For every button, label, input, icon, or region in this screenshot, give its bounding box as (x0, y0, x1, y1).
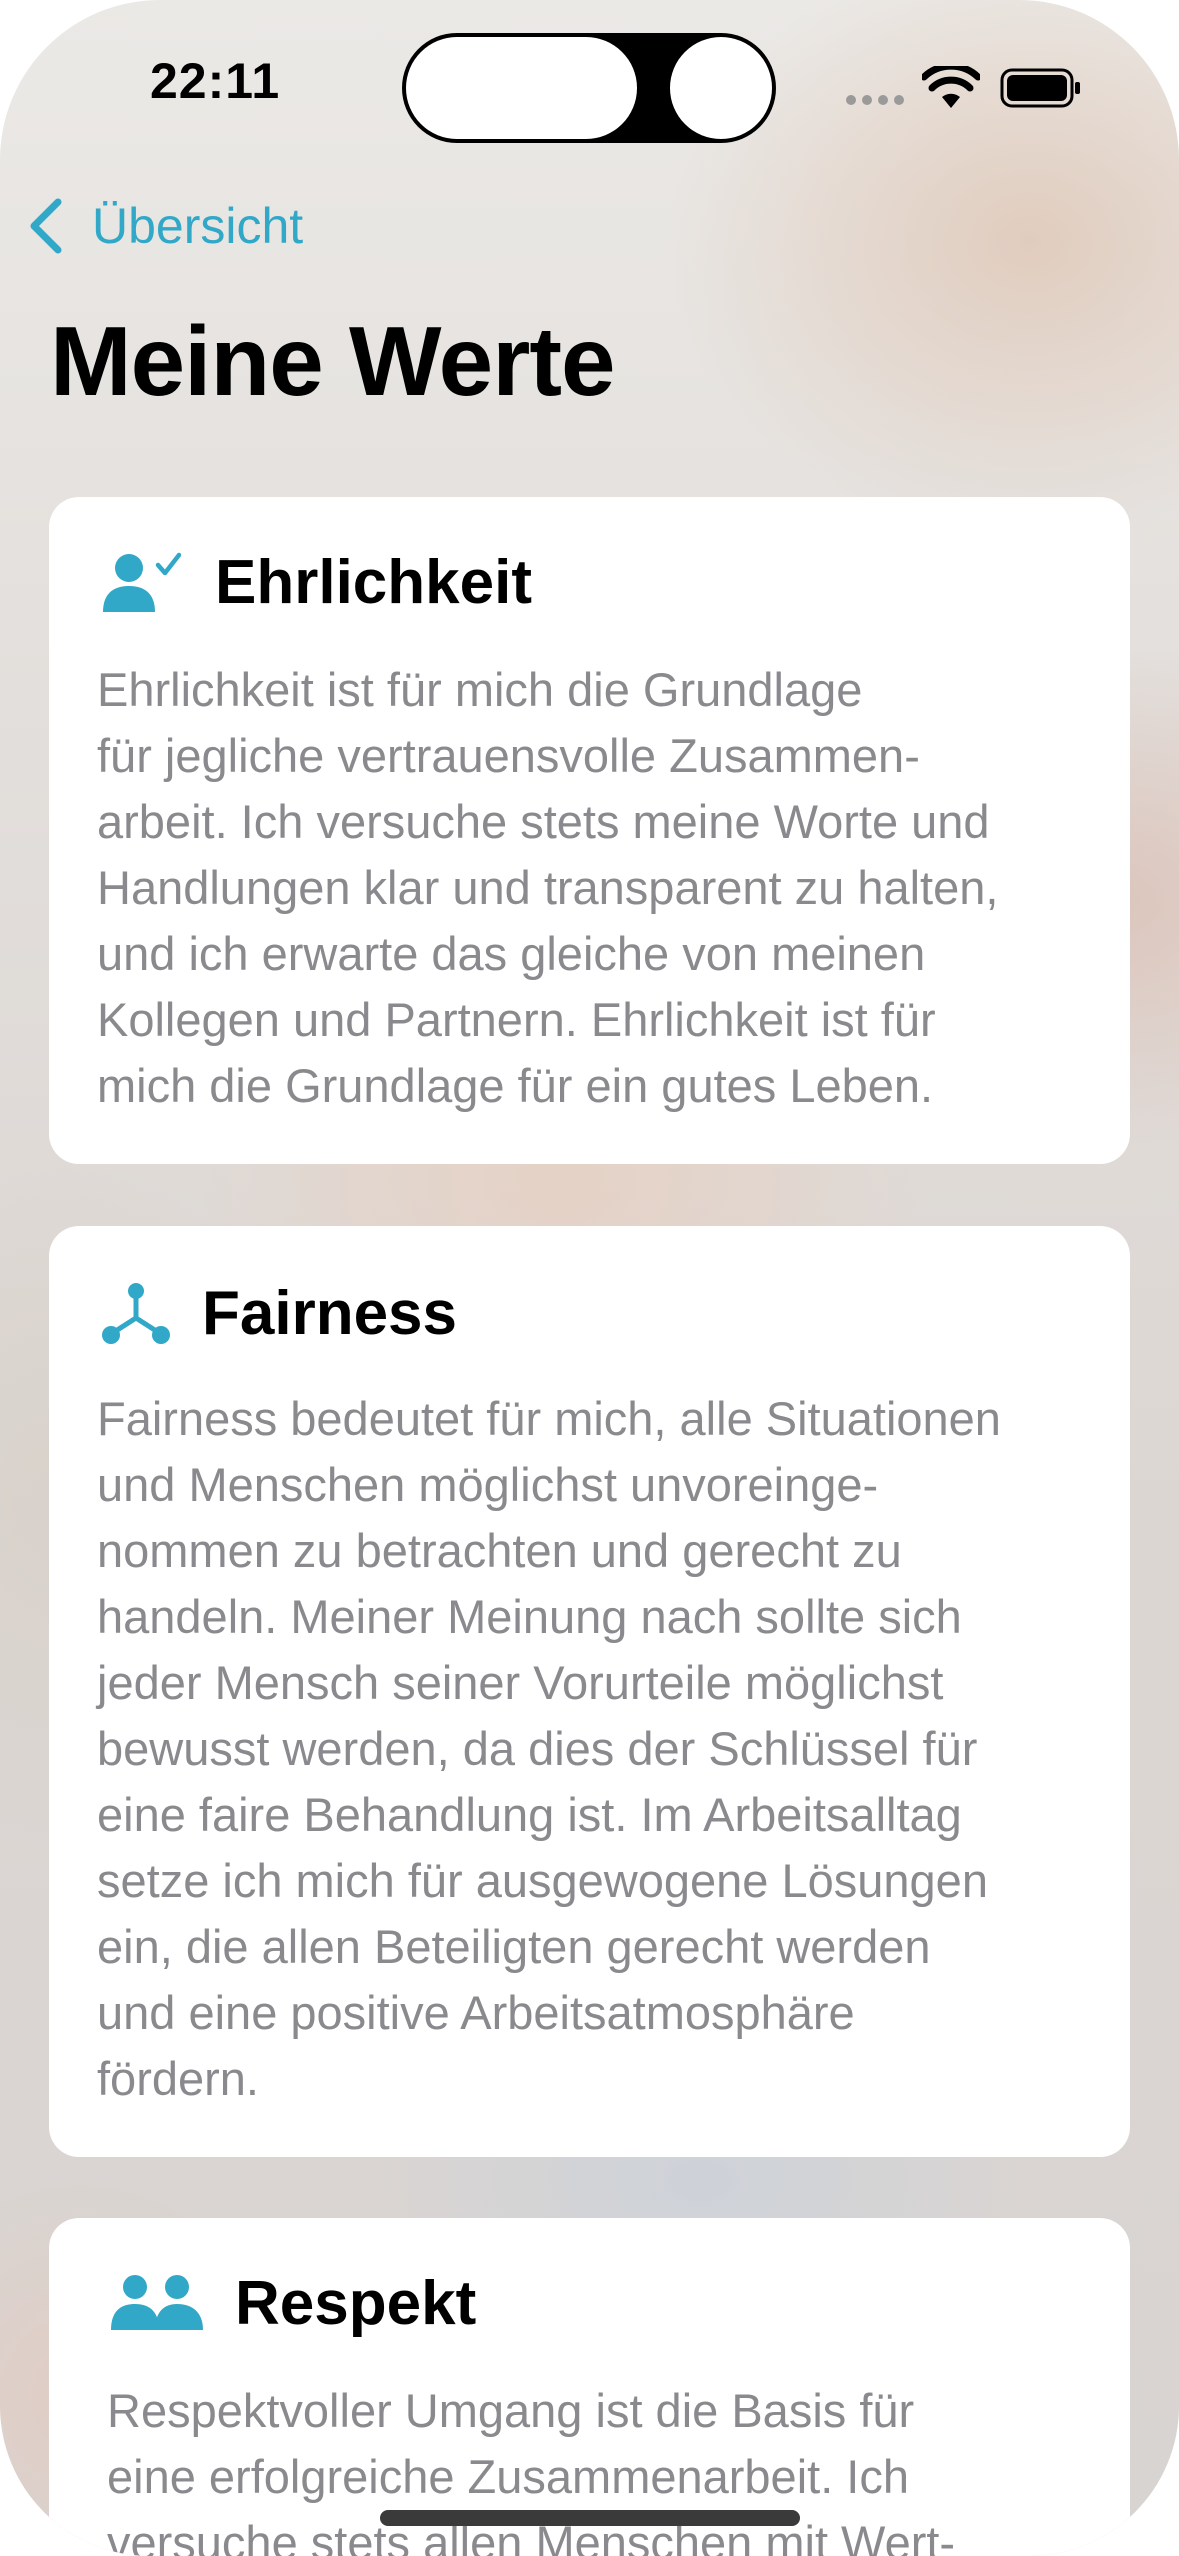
person-checkmark-icon (103, 552, 181, 612)
home-indicator[interactable] (380, 2510, 800, 2526)
back-label: Übersicht (92, 198, 304, 254)
card-text: Respektvoller Umgang ist die Basis für e… (107, 2384, 956, 2556)
card-title: Respekt (235, 2269, 477, 2338)
card-title: Ehrlichkeit (215, 548, 532, 617)
phone-screen: 22:11 Übersicht Meine Werte Ehrlichkeit … (0, 0, 1179, 2556)
value-card-respekt[interactable]: Respekt Respektvoller Umgang ist die Bas… (49, 2218, 1130, 2556)
two-people-icon (111, 2275, 203, 2330)
status-time: 22:11 (150, 53, 281, 109)
island-pill (406, 37, 637, 139)
card-title: Fairness (202, 1279, 458, 1348)
value-card-ehrlichkeit[interactable]: Ehrlichkeit Ehrlichkeit ist für mich die… (49, 497, 1130, 1164)
dynamic-island (402, 33, 776, 143)
back-button[interactable]: Übersicht (26, 196, 303, 256)
cellular-signal-icon (846, 95, 904, 105)
chevron-left-icon (30, 198, 62, 254)
page-title: Meine Werte (50, 306, 615, 416)
value-card-fairness[interactable]: Fairness Fairness bedeutet für mich, all… (49, 1226, 1130, 2157)
wifi-icon (922, 66, 980, 108)
card-text: Ehrlichkeit ist für mich die Grundlage f… (97, 663, 999, 1112)
network-nodes-icon (102, 1283, 170, 1344)
island-dot (670, 37, 772, 139)
battery-icon (1000, 68, 1080, 108)
card-text: Fairness bedeutet für mich, alle Situati… (97, 1392, 1001, 2105)
